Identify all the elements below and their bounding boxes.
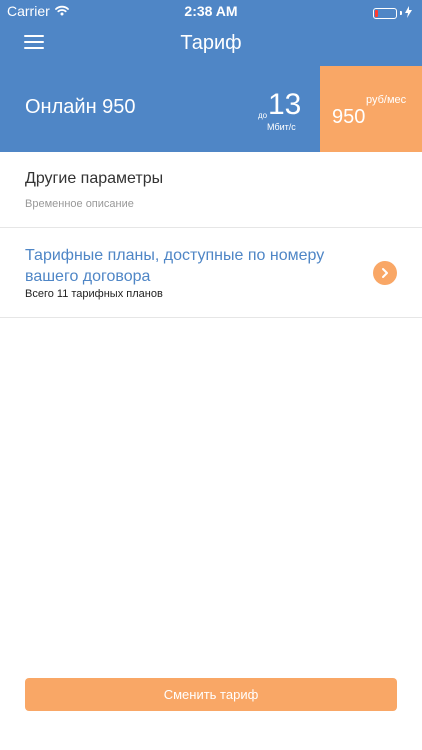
tariff-name: Онлайн 950 xyxy=(25,96,136,118)
other-params-section: Другие параметры Временное описание xyxy=(0,152,422,228)
price-box: руб/мес 950 xyxy=(320,66,422,152)
nav-bar: Тариф xyxy=(0,22,422,66)
speed-value: 13 xyxy=(268,88,302,121)
battery-tip xyxy=(400,11,402,15)
available-plans-row[interactable]: Тарифные планы, доступные по номеру ваше… xyxy=(0,228,422,318)
other-params-description: Временное описание xyxy=(25,198,134,210)
status-time: 2:38 AM xyxy=(184,3,238,19)
speed-unit: Мбит/с xyxy=(267,122,296,132)
price-value: 950 xyxy=(332,106,366,128)
other-params-title: Другие параметры xyxy=(25,170,164,187)
battery-indicator xyxy=(373,5,412,21)
speed-block: до 13 Мбит/с xyxy=(255,88,317,132)
battery-fill xyxy=(375,9,378,17)
available-plans-title: Тарифные планы, доступные по номеру ваше… xyxy=(25,247,325,285)
price-unit: руб/мес xyxy=(366,94,407,106)
chevron-right-icon[interactable] xyxy=(373,261,397,285)
status-bar: Carrier 2:38 AM xyxy=(0,0,422,22)
charging-bolt-icon xyxy=(405,5,412,21)
speed-prefix: до xyxy=(258,111,268,120)
plans-count: Всего 11 тарифных планов xyxy=(25,288,163,300)
battery-icon xyxy=(373,7,397,19)
page-title: Тариф xyxy=(180,32,242,54)
change-tariff-button[interactable]: Сменить тариф xyxy=(25,678,397,711)
